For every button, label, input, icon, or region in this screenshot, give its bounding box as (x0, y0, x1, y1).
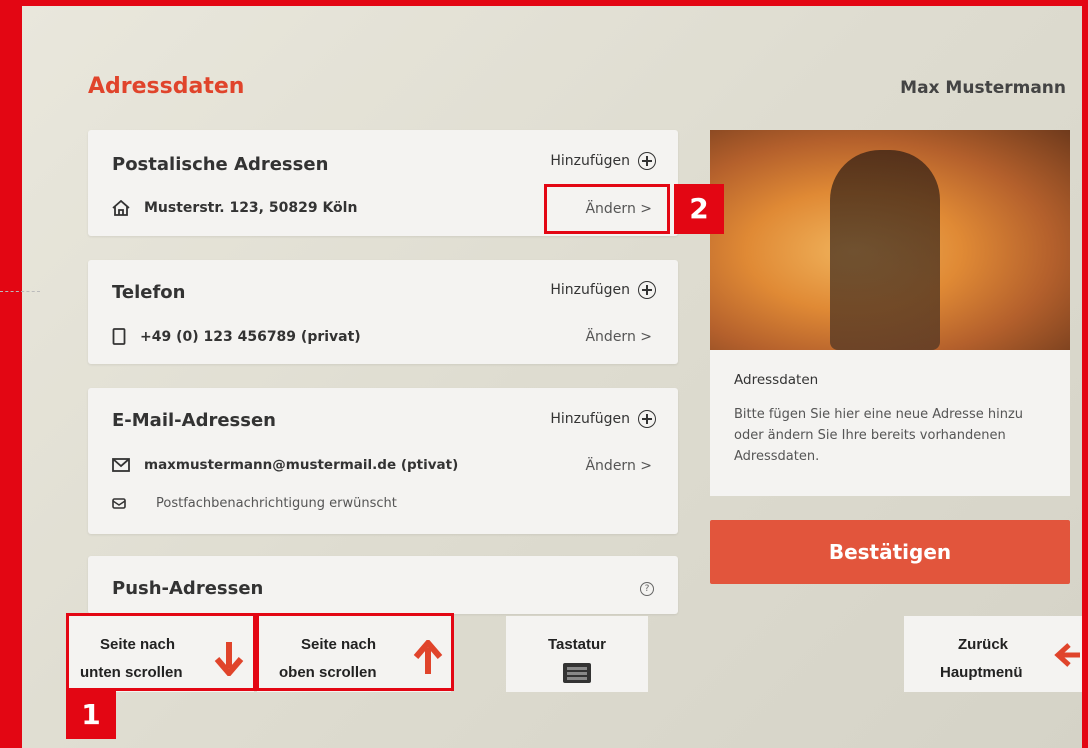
card-title: Push-Adressen (112, 578, 264, 599)
keyboard-label: Tastatur (547, 636, 607, 653)
page-title: Adressdaten (88, 74, 245, 99)
notification-note: Postfachbenachrichtigung erwünscht (156, 496, 397, 511)
mail-icon (112, 458, 130, 472)
back-label-2: Hauptmenü (940, 664, 1023, 681)
highlight-scroll-down (66, 613, 256, 691)
info-box: Adressdaten Bitte fügen Sie hier eine ne… (710, 350, 1070, 496)
highlight-change-button (544, 184, 670, 234)
add-label: Hinzufügen (550, 153, 630, 169)
email-row: maxmustermann@mustermail.de (ptivat) (112, 457, 458, 473)
phone-row: +49 (0) 123 456789 (privat) (112, 328, 361, 345)
card-title: Telefon (112, 282, 186, 303)
email-card: E-Mail-Adressen Hinzufügen maxmustermann… (88, 388, 678, 534)
highlight-scroll-up (256, 613, 454, 691)
postal-address-value: Musterstr. 123, 50829 Köln (144, 200, 358, 216)
info-title: Adressdaten (734, 372, 819, 388)
marker-1: 1 (66, 691, 116, 739)
add-label: Hinzufügen (550, 282, 630, 298)
phone-icon (112, 328, 126, 345)
keyboard-icon (563, 663, 591, 683)
email-value: maxmustermann@mustermail.de (ptivat) (144, 457, 459, 473)
change-phone-button[interactable]: Ändern > (585, 329, 652, 345)
add-phone-button[interactable]: Hinzufügen (550, 281, 656, 299)
envelope-icon (112, 498, 126, 509)
phone-card: Telefon Hinzufügen +49 (0) 123 456789 (p… (88, 260, 678, 364)
add-label: Hinzufügen (550, 411, 630, 427)
card-title: Postalische Adressen (112, 154, 329, 175)
plus-circle-icon (638, 410, 656, 428)
home-icon (112, 200, 130, 216)
back-to-main-menu-button[interactable]: Zurück Hauptmenü (904, 616, 1082, 692)
person-silhouette (830, 150, 940, 350)
keyboard-button[interactable]: Tastatur (506, 616, 648, 692)
frame-left (0, 0, 22, 748)
info-text: Bitte fügen Sie hier eine neue Adresse h… (734, 407, 1024, 464)
user-name: Max Mustermann (900, 78, 1066, 98)
arrow-left-icon (1054, 643, 1080, 667)
phone-value: +49 (0) 123 456789 (privat) (140, 328, 361, 345)
card-title: E-Mail-Adressen (112, 410, 276, 431)
back-label-1: Zurück (958, 636, 1009, 653)
change-email-button[interactable]: Ändern > (585, 458, 652, 474)
marker-2: 2 (674, 184, 724, 234)
plus-circle-icon (638, 281, 656, 299)
confirm-button[interactable]: Bestätigen (710, 520, 1070, 584)
push-address-card: Push-Adressen ? (88, 556, 678, 614)
dashed-line (0, 291, 40, 292)
frame-right (1082, 0, 1088, 748)
add-postal-address-button[interactable]: Hinzufügen (550, 152, 656, 170)
plus-circle-icon (638, 152, 656, 170)
notification-row: Postfachbenachrichtigung erwünscht (112, 496, 397, 511)
question-icon[interactable]: ? (640, 582, 654, 596)
postal-address-row: Musterstr. 123, 50829 Köln (112, 200, 357, 216)
add-email-button[interactable]: Hinzufügen (550, 410, 656, 428)
